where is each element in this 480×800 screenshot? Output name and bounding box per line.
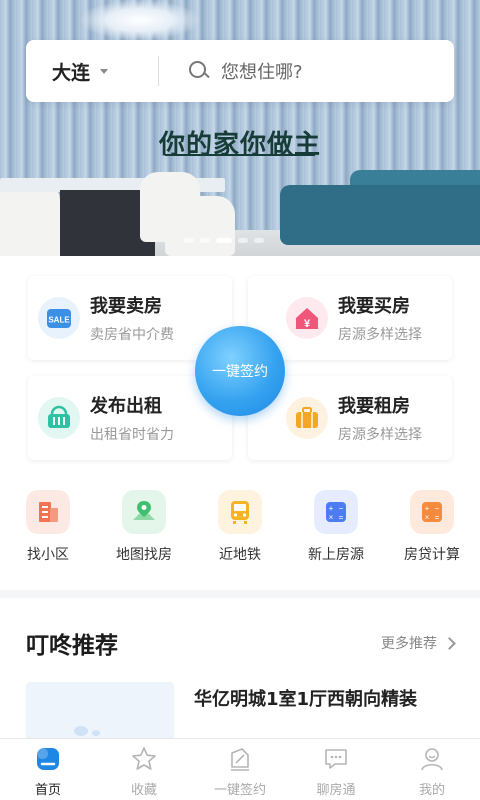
svg-text:−: − (435, 504, 440, 513)
bottom-tab-bar: 首页 收藏 一键签约 聊房通 我的 (0, 738, 480, 800)
suitcase-icon (286, 397, 328, 439)
more-recommend-label: 更多推荐 (381, 636, 437, 652)
tab-label: 聊房通 (316, 783, 356, 798)
card-subtitle: 房源多样选择 (338, 327, 422, 343)
chair-decoration (165, 196, 235, 256)
tab-favorites[interactable]: 收藏 (96, 739, 192, 800)
tab-label: 我的 (418, 783, 445, 798)
card-subtitle: 出租省时省力 (90, 427, 174, 443)
recommend-title: 叮咚推荐 (26, 633, 118, 659)
svg-text:+: + (425, 504, 430, 513)
subway-icon (218, 490, 262, 534)
svg-text:=: = (339, 513, 344, 522)
star-icon (130, 745, 158, 773)
svg-text:SALE: SALE (48, 316, 70, 325)
pagination-dot-active[interactable] (216, 238, 232, 243)
svg-text:¥: ¥ (304, 318, 311, 330)
home-icon (34, 745, 62, 773)
more-recommend-link[interactable]: 更多推荐 (381, 633, 456, 653)
map-pin-icon (122, 490, 166, 534)
shortcut-label: 找小区 (27, 547, 69, 563)
svg-text:×: × (425, 513, 430, 522)
sign-pen-icon (226, 745, 254, 773)
shortcut-label: 房贷计算 (404, 547, 460, 563)
listing-thumbnail[interactable] (26, 682, 174, 742)
card-title: 我要租房 (338, 396, 410, 417)
shortcut-near-subway[interactable]: 近地铁 (192, 490, 288, 580)
chandelier-decoration (80, 0, 200, 40)
shortcut-mortgage-calc[interactable]: + − × = 房贷计算 (384, 490, 480, 580)
caret-down-icon (100, 68, 109, 74)
city-selector[interactable]: 大连 (26, 40, 158, 102)
card-subtitle: 卖房省中介费 (90, 327, 174, 343)
pagination-dot[interactable] (238, 238, 248, 243)
search-bar: 大连 您想住哪? (26, 40, 454, 102)
shortcut-map-search[interactable]: 地图找房 (96, 490, 192, 580)
hero-banner[interactable]: 你的家你做主 (0, 0, 480, 256)
calculator-blue-icon: + − × = (314, 490, 358, 534)
card-title: 我要买房 (338, 296, 410, 317)
sofa-decoration (280, 185, 480, 245)
chevron-right-icon (443, 636, 456, 650)
shortcut-label: 新上房源 (308, 547, 364, 563)
tab-label: 首页 (34, 783, 61, 798)
pagination-dot[interactable] (200, 238, 210, 243)
search-icon[interactable] (189, 61, 209, 81)
svg-text:×: × (329, 513, 334, 522)
shortcut-row: 找小区 地图找房 近地铁 + − × = 新上房源 + − × = 房贷计算 (0, 490, 480, 580)
search-input[interactable]: 您想住哪? (221, 58, 303, 84)
city-label: 大连 (52, 61, 91, 84)
rent-basket-icon (38, 397, 80, 439)
slogan-underline (165, 154, 315, 156)
yuan-house-icon: ¥ (286, 297, 328, 339)
tab-home[interactable]: 首页 (0, 739, 96, 800)
svg-text:+: + (329, 504, 334, 513)
card-subtitle: 房源多样选择 (338, 427, 422, 443)
shortcut-new-listings[interactable]: + − × = 新上房源 (288, 490, 384, 580)
card-title: 我要卖房 (90, 296, 162, 317)
banner-pagination (184, 238, 264, 243)
tab-label: 一键签约 (213, 783, 266, 798)
listing-title[interactable]: 华亿明城1室1厅西朝向精装 (194, 685, 417, 711)
shortcut-label: 近地铁 (219, 547, 261, 563)
profile-icon (418, 745, 446, 773)
section-divider (0, 590, 480, 598)
pagination-dot[interactable] (254, 238, 264, 243)
pagination-dot[interactable] (184, 238, 194, 243)
tab-label: 收藏 (130, 783, 157, 798)
community-icon (26, 490, 70, 534)
card-title: 发布出租 (90, 396, 162, 417)
svg-text:=: = (435, 513, 440, 522)
shortcut-find-community[interactable]: 找小区 (0, 490, 96, 580)
sale-tag-icon: SALE (38, 297, 80, 339)
tab-quick-sign[interactable]: 一键签约 (192, 739, 288, 800)
svg-text:−: − (339, 504, 344, 513)
tab-profile[interactable]: 我的 (384, 739, 480, 800)
calculator-orange-icon: + − × = (410, 490, 454, 534)
tab-chat[interactable]: 聊房通 (288, 739, 384, 800)
search-divider (158, 56, 159, 86)
shortcut-label: 地图找房 (116, 547, 172, 563)
chair-decoration (0, 182, 60, 256)
chat-icon (322, 745, 350, 773)
quick-sign-button[interactable]: 一键签约 (195, 326, 285, 416)
